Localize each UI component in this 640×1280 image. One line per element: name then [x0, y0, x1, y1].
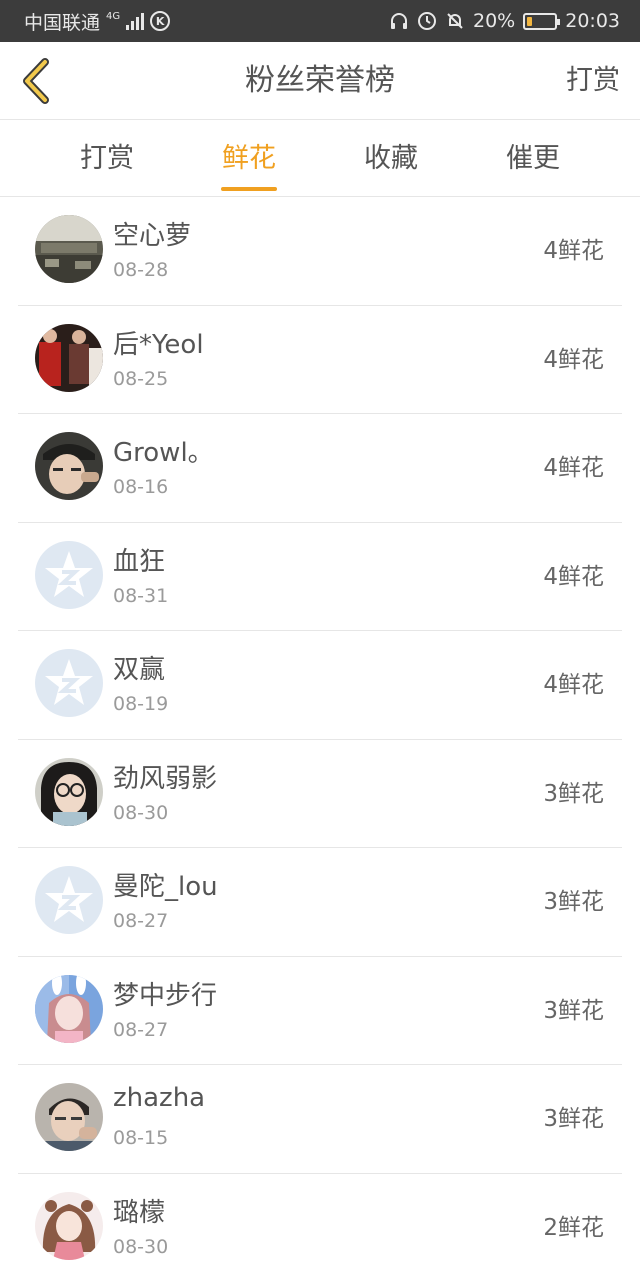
flower-count: 3鲜花: [543, 1106, 604, 1132]
signal-icon: [126, 12, 145, 30]
fan-list: 空心萝 08-28 4鲜花 后*Yeol 08-25 4鲜花 Growl。 08…: [0, 197, 640, 1280]
fan-date: 08-30: [113, 1235, 169, 1258]
office-photo-avatar: [35, 215, 103, 283]
battery-percent: 20%: [473, 10, 516, 32]
fan-name: 血狂: [113, 546, 166, 577]
list-item[interactable]: Growl。 08-16 4鲜花: [18, 414, 622, 523]
flower-count: 2鲜花: [543, 1214, 604, 1241]
tab-flowers[interactable]: 鲜花: [189, 121, 309, 197]
flower-count: 3鲜花: [543, 780, 604, 807]
battery-fill: [527, 16, 533, 26]
flower-count: 4鲜花: [543, 672, 604, 698]
fan-name: 璐檬: [113, 1197, 166, 1228]
flower-count: 4鲜花: [543, 455, 604, 481]
network-type-label: 4G: [106, 11, 121, 22]
fan-date: 08-27: [113, 910, 169, 932]
list-item[interactable]: 双赢 08-19 4鲜花: [18, 631, 622, 740]
fan-name: 梦中步行: [113, 980, 218, 1011]
fan-date: 08-30: [113, 801, 169, 824]
status-bar-left: 中国联通 4G K: [24, 0, 171, 42]
fan-date: 08-16: [113, 476, 169, 498]
tab-bar: 打赏 鲜花 收藏 催更: [0, 121, 640, 197]
fan-date: 08-25: [113, 367, 169, 390]
k-app-icon: K: [150, 11, 171, 31]
list-item[interactable]: zhazha 08-15 3鲜花: [18, 1065, 622, 1174]
default-star-avatar: [35, 540, 103, 609]
fan-date: 08-15: [113, 1127, 169, 1149]
fan-date: 08-31: [113, 584, 169, 607]
list-item[interactable]: 血狂 08-31 4鲜花: [18, 523, 622, 631]
status-bar-right: 20% 20:03: [389, 0, 620, 42]
list-item[interactable]: 劲风弱影 08-30 3鲜花: [18, 740, 622, 848]
battery-icon: [523, 12, 561, 30]
clock-time: 20:03: [565, 10, 620, 32]
tab-favorites[interactable]: 收藏: [331, 121, 451, 197]
glasses-girl-avatar: [35, 757, 103, 826]
flower-count: 4鲜花: [543, 563, 604, 590]
fan-name: zhazha: [113, 1083, 206, 1113]
bunny-girl-avatar: [35, 974, 103, 1043]
list-item[interactable]: 璐檬 08-30 2鲜花: [18, 1174, 622, 1280]
fan-name: 曼陀_lou: [113, 872, 218, 902]
list-item[interactable]: 后*Yeol 08-25 4鲜花: [18, 306, 622, 414]
tab-tip[interactable]: 打赏: [47, 121, 167, 197]
fan-name: 空心萝: [113, 221, 192, 251]
tab-urge-update[interactable]: 催更: [473, 121, 593, 197]
flower-count: 3鲜花: [543, 997, 604, 1024]
fan-date: 08-19: [113, 693, 169, 715]
flower-count: 4鲜花: [543, 238, 604, 264]
speed-clock-icon: [418, 12, 436, 30]
tip-button[interactable]: 打赏: [566, 42, 620, 120]
fan-name: 劲风弱影: [113, 763, 218, 794]
list-item[interactable]: 梦中步行 08-27 3鲜花: [18, 957, 622, 1065]
page-title: 粉丝荣誉榜: [245, 63, 395, 98]
anime-girl-avatar: [35, 1191, 103, 1260]
fan-date: 08-27: [113, 1018, 169, 1041]
fan-name: 双赢: [113, 655, 166, 685]
carrier-label: 中国联通: [24, 11, 101, 34]
headphones-icon: [391, 13, 407, 29]
boy-photo-avatar: [35, 1083, 103, 1151]
fan-name: 后*Yeol: [113, 329, 204, 360]
list-item[interactable]: 空心萝 08-28 4鲜花: [18, 197, 622, 306]
red-outfit-photo-avatar: [35, 323, 103, 392]
fan-date: 08-28: [113, 259, 169, 281]
list-item[interactable]: 曼陀_lou 08-27 3鲜花: [18, 848, 622, 957]
flower-count: 4鲜花: [543, 346, 604, 373]
flower-count: 3鲜花: [543, 889, 604, 915]
mute-bell-icon: [447, 13, 463, 29]
cap-person-avatar: [35, 432, 103, 500]
fan-name: Growl。: [113, 438, 214, 468]
top-nav-bar: 粉丝荣誉榜 打赏: [0, 42, 640, 120]
default-star-avatar: [35, 866, 103, 934]
status-bar: 中国联通 4G K 20% 20:03: [0, 0, 640, 42]
default-star-avatar: [35, 649, 103, 717]
